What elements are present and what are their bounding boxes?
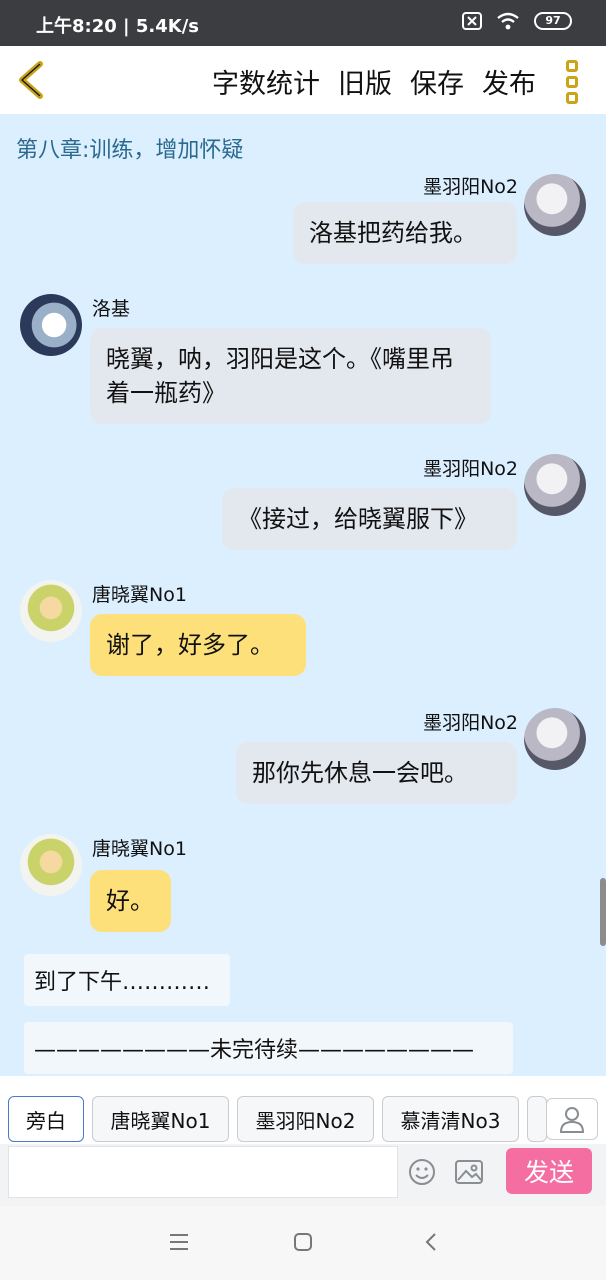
old-version-button[interactable]: 旧版 <box>338 62 392 101</box>
sender-name: 墨羽阳No2 <box>423 458 518 480</box>
status-icons: 97 <box>462 12 572 30</box>
message-bubble[interactable]: 洛基把药给我。 <box>293 202 517 264</box>
role-chip-moyuyang[interactable]: 墨羽阳No2 <box>237 1096 374 1142</box>
send-button[interactable]: 发送 <box>506 1148 592 1194</box>
avatar[interactable] <box>20 580 82 642</box>
role-chip-muqingqing[interactable]: 慕清清No3 <box>382 1096 519 1142</box>
save-button[interactable]: 保存 <box>410 62 464 101</box>
message-bubble[interactable]: 好。 <box>90 870 171 932</box>
avatar[interactable] <box>524 174 586 236</box>
top-toolbar: 字数统计 旧版 保存 发布 <box>0 46 606 114</box>
sender-name: 唐晓翼No1 <box>92 584 187 606</box>
role-chip-narrator[interactable]: 旁白 <box>8 1096 84 1142</box>
image-icon[interactable] <box>454 1158 484 1186</box>
sender-name: 墨羽阳No2 <box>423 712 518 734</box>
role-selector: 旁白 唐晓翼No1 墨羽阳No2 慕清清No3 <box>0 1076 606 1144</box>
chapter-title: 第八章:训练，增加怀疑 <box>16 138 244 163</box>
menu-icon[interactable] <box>168 1232 190 1252</box>
wifi-icon <box>497 12 519 30</box>
word-count-button[interactable]: 字数统计 <box>212 62 320 101</box>
input-bar: 发送 <box>0 1144 606 1206</box>
chat-area[interactable]: 第八章:训练，增加怀疑 墨羽阳No2 洛基把药给我。 洛基 晓翼，呐，羽阳是这个… <box>0 114 606 1076</box>
message-bubble[interactable]: 《接过，给晓翼服下》 <box>222 488 517 550</box>
emoji-icon[interactable] <box>408 1158 436 1186</box>
status-time: 上午8:20 | 5.4K/s <box>36 16 200 37</box>
role-chip-more[interactable] <box>527 1096 547 1142</box>
message-bubble[interactable]: 那你先休息一会吧。 <box>236 742 517 804</box>
sim-off-icon <box>462 12 482 30</box>
publish-button[interactable]: 发布 <box>482 62 536 101</box>
person-icon[interactable] <box>546 1098 598 1140</box>
avatar[interactable] <box>20 834 82 896</box>
status-bar: 上午8:20 | 5.4K/s 97 <box>0 0 606 46</box>
more-menu-icon[interactable] <box>558 56 586 108</box>
narration-line[interactable]: 到了下午………… <box>24 954 230 1006</box>
back-nav-icon[interactable] <box>420 1232 442 1252</box>
narration-line[interactable]: ————————未完待续———————— <box>24 1022 513 1074</box>
sender-name: 洛基 <box>92 298 131 320</box>
toolbar-actions: 字数统计 旧版 保存 发布 <box>212 62 536 101</box>
message-bubble[interactable]: 谢了，好多了。 <box>90 614 306 676</box>
back-icon[interactable] <box>12 58 52 102</box>
message-bubble[interactable]: 晓翼，呐，羽阳是这个。《嘴里吊着一瓶药》 <box>90 328 491 424</box>
avatar[interactable] <box>524 708 586 770</box>
message-input[interactable] <box>8 1146 398 1198</box>
system-nav-bar <box>0 1206 606 1280</box>
avatar[interactable] <box>20 294 82 356</box>
home-icon[interactable] <box>292 1232 314 1252</box>
scrollbar[interactable] <box>600 878 606 946</box>
role-chip-tangxiaoyi[interactable]: 唐晓翼No1 <box>92 1096 229 1142</box>
battery-icon: 97 <box>534 12 572 30</box>
avatar[interactable] <box>524 454 586 516</box>
sender-name: 唐晓翼No1 <box>92 838 187 860</box>
sender-name: 墨羽阳No2 <box>423 176 518 198</box>
